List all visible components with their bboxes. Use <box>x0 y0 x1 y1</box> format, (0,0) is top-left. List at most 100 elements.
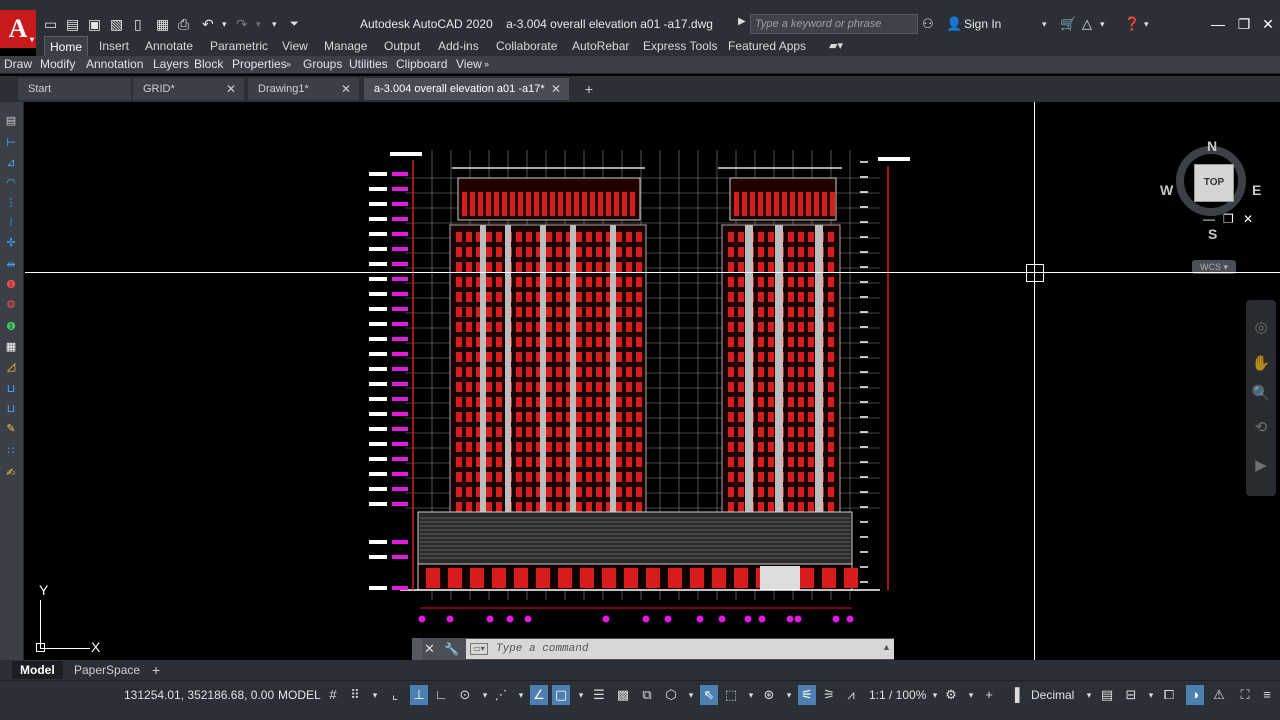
dimension-jog-icon[interactable]: ✢ <box>3 236 19 250</box>
close-tab-icon[interactable]: ✕ <box>226 78 236 100</box>
save-as-icon[interactable]: ▧ <box>110 15 123 33</box>
redo-icon[interactable]: ↷ <box>236 15 248 33</box>
dimension-angular-icon[interactable]: ❶ <box>3 278 19 292</box>
dimension-style-icon[interactable]: ∷ <box>3 444 19 458</box>
dimension-arc-icon[interactable]: ◠ <box>3 176 19 190</box>
selection-filter-dropdown-icon[interactable]: ▾ <box>742 685 760 705</box>
autodesk-a360-icon[interactable]: △ <box>1082 15 1092 33</box>
steering-wheel-icon[interactable]: ◎ <box>1251 318 1271 338</box>
sign-in-button[interactable]: Sign In <box>964 17 1001 31</box>
3d-object-snap-icon[interactable]: ⬡ <box>662 685 680 705</box>
panel-groups[interactable]: Groups <box>303 56 342 74</box>
annotation-scale-value[interactable]: 1:1 / 100% <box>869 688 926 702</box>
command-input[interactable]: Type a command <box>466 639 894 659</box>
panel-annotation[interactable]: Annotation <box>86 56 143 74</box>
file-tab-grid[interactable]: GRID* ✕ <box>133 78 245 100</box>
close-tab-icon[interactable]: ✕ <box>551 78 561 100</box>
panel-properties[interactable]: Properties <box>232 56 287 74</box>
isodraft-dropdown-icon[interactable]: ▾ <box>512 685 530 705</box>
polar-tracking-icon[interactable]: ⊙ <box>456 685 474 705</box>
object-snap-tracking-icon[interactable]: ∠ <box>530 685 548 705</box>
open-file-icon[interactable]: ▤ <box>66 15 79 33</box>
new-file-icon[interactable]: ▭ <box>44 15 57 33</box>
annotation-monitor-icon[interactable]: + <box>980 685 998 705</box>
selection-cycling-icon[interactable]: ⧉ <box>638 685 656 705</box>
panel-utilities[interactable]: Utilities <box>349 56 388 74</box>
restore-button[interactable]: ❐ <box>1234 14 1254 34</box>
units-icon[interactable]: ▐ <box>1006 685 1024 705</box>
close-tab-icon[interactable]: ✕ <box>341 78 351 100</box>
command-history-icon[interactable]: ▲ <box>882 642 891 652</box>
close-command-line-icon[interactable]: ✕ <box>424 640 435 658</box>
customization-menu-icon[interactable]: ≡ <box>1258 685 1276 705</box>
tab-home[interactable]: Home <box>44 36 89 56</box>
a360-dropdown-icon[interactable]: ▾ <box>1100 15 1105 33</box>
compass-east[interactable]: E <box>1252 182 1261 198</box>
dimension-ordinate-icon[interactable]: ⋮ <box>3 196 19 210</box>
compass-south[interactable]: S <box>1208 226 1217 242</box>
share-dropdown-icon[interactable]: ▾ <box>272 15 277 33</box>
tab-parametric[interactable]: Parametric <box>205 36 273 56</box>
grid-icon[interactable]: # <box>324 685 342 705</box>
clean-screen-icon[interactable]: ⚠ <box>1210 685 1228 705</box>
search-input[interactable]: Type a keyword or phrase <box>750 14 918 34</box>
properties-expand-icon[interactable]: » <box>286 56 291 74</box>
tab-autorebar[interactable]: AutoRebar <box>567 36 634 56</box>
search-expand-icon[interactable]: ▶ <box>738 16 746 27</box>
panel-draw[interactable]: Draw <box>4 56 32 74</box>
tab-add-ins[interactable]: Add-ins <box>433 36 484 56</box>
annotation-scale-icon[interactable]: ⩘ <box>842 685 860 705</box>
panel-layers[interactable]: Layers <box>153 56 189 74</box>
application-menu-button[interactable]: A ▾ <box>0 10 36 48</box>
tab-annotate[interactable]: Annotate <box>140 36 198 56</box>
panel-clipboard[interactable]: Clipboard <box>396 56 447 74</box>
lock-ui-icon[interactable]: ⊟ <box>1122 685 1140 705</box>
lineweight-icon[interactable]: ☰ <box>590 685 608 705</box>
showmotion-icon[interactable]: ▶ <box>1251 456 1271 476</box>
undo-dropdown-icon[interactable]: ▾ <box>222 15 227 33</box>
cursor-coordinates[interactable]: 131254.01, 352186.68, 0.00 <box>124 688 274 702</box>
infer-constraints-icon[interactable]: ⌞ <box>386 685 404 705</box>
panel-modify[interactable]: Modify <box>40 56 75 74</box>
command-line-grip[interactable] <box>412 638 422 660</box>
tab-model[interactable]: Model <box>12 661 63 679</box>
units-value[interactable]: Decimal <box>1031 688 1074 702</box>
table-icon[interactable]: ▦ <box>3 340 19 354</box>
sign-in-dropdown-icon[interactable]: ▾ <box>1042 15 1047 33</box>
tab-view[interactable]: View <box>277 36 313 56</box>
help-dropdown-icon[interactable]: ▾ <box>1144 15 1149 33</box>
snap-dropdown-icon[interactable]: ▾ <box>366 685 384 705</box>
workspace-gear-icon[interactable]: ⚙ <box>942 685 960 705</box>
viewcube-top-face[interactable]: TOP <box>1194 164 1234 202</box>
add-layout-icon[interactable]: + <box>144 661 168 679</box>
model-space-button[interactable]: MODEL <box>278 688 321 702</box>
tab-manage[interactable]: Manage <box>319 36 372 56</box>
dynamic-ucs-icon[interactable]: ⇖ <box>700 685 718 705</box>
tolerance-icon[interactable]: ◿ <box>3 360 19 374</box>
file-tab-active-drawing[interactable]: a-3.004 overall elevation a01 -a17* ✕ <box>364 78 570 100</box>
cart-icon[interactable]: 🛒 <box>1060 15 1076 33</box>
close-button[interactable]: ✕ <box>1258 14 1278 34</box>
binoculars-icon[interactable]: ⚇ <box>922 15 934 33</box>
annotation-visibility-icon[interactable]: ⚟ <box>798 685 816 705</box>
dimension-diameter-icon[interactable]: ⇹ <box>3 258 19 272</box>
plot-preview-icon[interactable]: ▯ <box>134 15 142 33</box>
file-tab-drawing1[interactable]: Drawing1* ✕ <box>248 78 360 100</box>
new-tab-icon[interactable]: + <box>580 80 598 98</box>
recent-commands-icon[interactable]: ▭▾ <box>470 643 488 655</box>
ribbon-minimize-icon[interactable]: ▰▾ <box>824 36 848 56</box>
dimension-baseline-icon[interactable]: ❶ <box>3 320 19 334</box>
save-icon[interactable]: ▣ <box>88 15 101 33</box>
publish-icon[interactable]: ▦ <box>156 15 169 33</box>
dimension-update-icon[interactable]: ✎ <box>3 422 19 436</box>
gizmo-dropdown-icon[interactable]: ▾ <box>780 685 798 705</box>
pan-icon[interactable]: ✋ <box>1251 354 1271 374</box>
quick-properties-icon[interactable]: ▤ <box>1098 685 1116 705</box>
object-snap-dropdown-icon[interactable]: ▾ <box>572 685 590 705</box>
edit-text-icon[interactable]: ✍ <box>3 466 19 480</box>
tab-paperspace[interactable]: PaperSpace <box>66 661 148 679</box>
drawing-area[interactable]: — ❐ ✕ TOP N S E W WCS ▾ Y X <box>25 102 1280 660</box>
gizmo-icon[interactable]: ⊛ <box>760 685 778 705</box>
panel-block[interactable]: Block <box>194 56 223 74</box>
customize-qa-icon[interactable]: ⏷ <box>290 15 299 33</box>
